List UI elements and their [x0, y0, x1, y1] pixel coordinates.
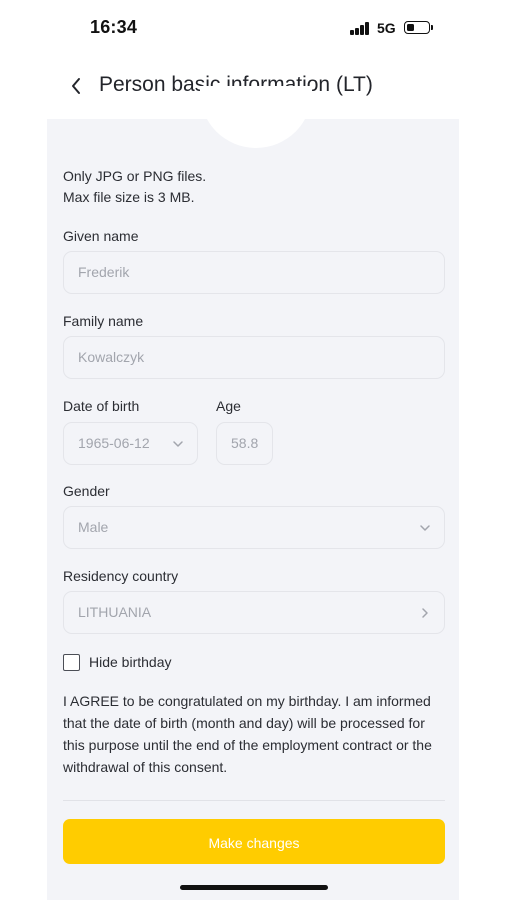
residency-country-value: LITHUANIA: [78, 604, 152, 620]
gender-value: Male: [78, 519, 109, 535]
date-of-birth-label: Date of birth: [63, 398, 140, 414]
home-indicator: [180, 885, 328, 890]
residency-country-select[interactable]: LITHUANIA: [63, 591, 445, 634]
date-of-birth-value: 1965-06-12: [78, 435, 150, 451]
family-name-label: Family name: [63, 313, 144, 329]
signal-icon: [350, 22, 370, 35]
photo-hint: Only JPG or PNG files. Max file size is …: [63, 166, 206, 208]
photo-hint-size: Max file size is 3 MB.: [63, 189, 195, 205]
given-name-field[interactable]: Frederik: [63, 251, 445, 294]
family-name-field[interactable]: Kowalczyk: [63, 336, 445, 379]
birthday-consent-text: I AGREE to be congratulated on my birthd…: [63, 693, 432, 775]
back-button[interactable]: [62, 72, 90, 100]
hide-birthday-checkbox[interactable]: [63, 654, 80, 671]
photo-hint-format: Only JPG or PNG files.: [63, 168, 207, 184]
chevron-down-icon: [173, 441, 183, 447]
family-name-value: Kowalczyk: [78, 349, 145, 365]
chevron-right-icon: [422, 608, 428, 618]
given-name-value: Frederik: [78, 264, 130, 280]
divider: [63, 800, 445, 801]
status-bar: 16:34 5G: [0, 0, 507, 56]
battery-icon: [404, 21, 430, 34]
gender-select[interactable]: Male: [63, 506, 445, 549]
gender-label: Gender: [63, 483, 110, 499]
given-name-label: Given name: [63, 228, 139, 244]
age-value: 58.8: [231, 435, 259, 451]
status-time: 16:34: [90, 17, 138, 37]
network-type: 5G: [377, 20, 396, 36]
battery-cap: [431, 25, 433, 30]
chevron-down-icon: [420, 525, 430, 531]
residency-country-label: Residency country: [63, 568, 179, 584]
hide-birthday-label: Hide birthday: [89, 654, 172, 670]
date-of-birth-select[interactable]: 1965-06-12: [63, 422, 198, 465]
chevron-left-icon: [72, 78, 80, 94]
make-changes-button[interactable]: Make changes: [63, 819, 445, 864]
age-label: Age: [216, 398, 241, 414]
age-field: 58.8: [216, 422, 273, 465]
